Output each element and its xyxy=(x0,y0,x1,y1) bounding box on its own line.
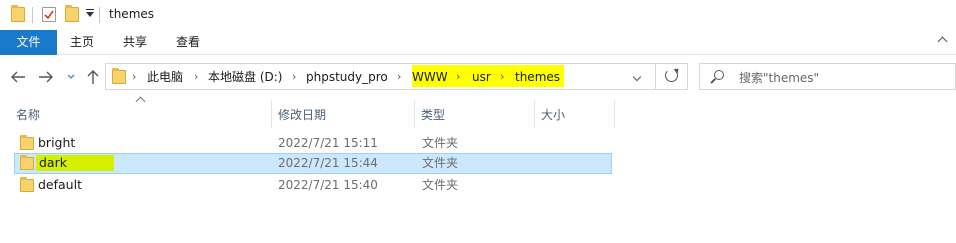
properties-icon[interactable] xyxy=(42,7,56,22)
breadcrumb-local-disk[interactable]: 本地磁盘 (D:) xyxy=(208,69,282,85)
address-bar[interactable]: › 此电脑 › 本地磁盘 (D:) › phpstudy_pro › WWW ›… xyxy=(105,63,656,90)
folder-icon xyxy=(11,5,25,22)
sort-ascending-icon xyxy=(135,96,146,107)
breadcrumb-separator-icon[interactable]: › xyxy=(292,69,296,85)
column-divider[interactable] xyxy=(271,100,272,128)
search-icon xyxy=(714,70,724,80)
search-box[interactable]: 搜索"themes" xyxy=(699,63,956,90)
file-date: 2022/7/21 15:11 xyxy=(278,136,378,150)
column-header-size[interactable]: 大小 xyxy=(541,104,565,126)
tab-share[interactable]: 共享 xyxy=(110,30,160,55)
file-type: 文件夹 xyxy=(422,136,459,150)
breadcrumb-usr[interactable]: usr xyxy=(472,69,491,85)
file-row-selected[interactable]: dark 2022/7/21 15:44 文件夹 xyxy=(14,153,612,174)
divider xyxy=(32,7,33,23)
file-name[interactable]: default xyxy=(38,177,82,193)
up-arrow-icon[interactable] xyxy=(84,68,102,86)
column-header-name[interactable]: 名称 xyxy=(16,104,40,126)
address-history-chevron-icon[interactable] xyxy=(632,72,642,82)
breadcrumb-separator-icon[interactable]: › xyxy=(132,69,136,85)
breadcrumb-separator-icon[interactable]: › xyxy=(397,69,401,85)
ribbon: 文件 主页 共享 查看 xyxy=(0,30,956,55)
breadcrumb-themes[interactable]: themes xyxy=(515,69,560,85)
new-folder-icon[interactable] xyxy=(65,5,79,22)
tab-file[interactable]: 文件 xyxy=(0,30,57,55)
expand-ribbon-chevron-icon[interactable] xyxy=(937,36,948,47)
back-arrow-icon[interactable] xyxy=(8,68,28,86)
file-type: 文件夹 xyxy=(422,178,459,192)
column-divider[interactable] xyxy=(614,100,615,128)
folder-icon xyxy=(20,155,34,170)
file-name[interactable]: bright xyxy=(38,135,75,151)
window-title: themes xyxy=(109,7,155,21)
breadcrumb-this-pc[interactable]: 此电脑 xyxy=(147,69,183,85)
tab-view[interactable]: 查看 xyxy=(163,30,213,55)
breadcrumb-phpstudy[interactable]: phpstudy_pro xyxy=(306,69,388,85)
refresh-button[interactable] xyxy=(656,63,688,90)
title-bar: themes xyxy=(0,0,956,30)
file-date: 2022/7/21 15:44 xyxy=(278,156,378,170)
recent-locations-chevron-icon[interactable] xyxy=(64,68,78,86)
file-date: 2022/7/21 15:40 xyxy=(278,178,378,192)
tab-home[interactable]: 主页 xyxy=(57,30,107,55)
column-header-type[interactable]: 类型 xyxy=(421,104,445,126)
breadcrumb-separator-icon[interactable]: › xyxy=(500,69,504,85)
file-row[interactable]: bright 2022/7/21 15:11 文件夹 xyxy=(14,133,612,154)
divider xyxy=(99,7,100,23)
navigation-bar: › 此电脑 › 本地磁盘 (D:) › phpstudy_pro › WWW ›… xyxy=(0,56,956,98)
customize-toolbar-chevron-icon[interactable] xyxy=(86,9,94,17)
folder-icon xyxy=(112,68,126,84)
search-placeholder: 搜索"themes" xyxy=(739,71,820,85)
column-divider[interactable] xyxy=(534,100,535,128)
breadcrumb-separator-icon[interactable]: › xyxy=(194,69,198,85)
folder-icon xyxy=(20,135,34,150)
folder-icon xyxy=(20,177,34,192)
breadcrumb-separator-icon[interactable]: › xyxy=(456,69,460,85)
forward-arrow-icon[interactable] xyxy=(36,68,56,86)
file-name[interactable]: dark xyxy=(39,155,67,171)
column-divider[interactable] xyxy=(414,100,415,128)
column-header-date[interactable]: 修改日期 xyxy=(278,104,326,126)
file-row[interactable]: default 2022/7/21 15:40 文件夹 xyxy=(14,175,612,196)
refresh-icon xyxy=(665,69,678,82)
breadcrumb-www[interactable]: WWW xyxy=(412,69,448,85)
file-type: 文件夹 xyxy=(422,156,459,170)
